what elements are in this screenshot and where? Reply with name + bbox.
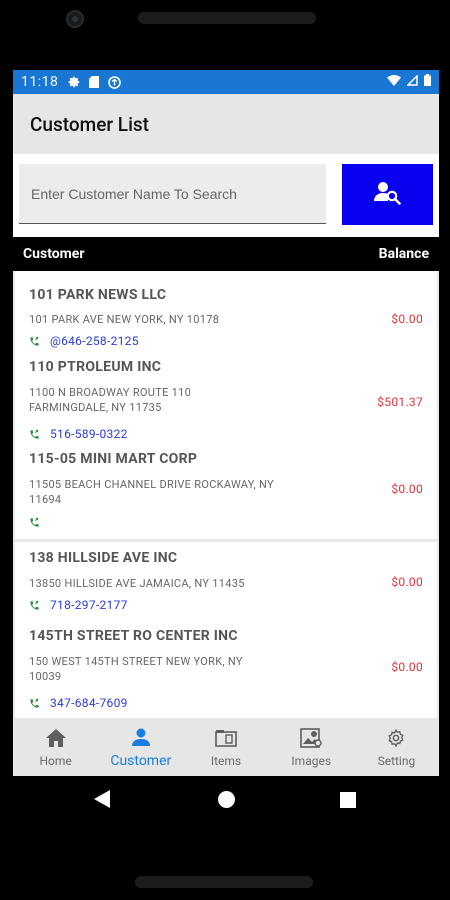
bottom-tab-bar: Home Customer Items Images Setting: [13, 718, 439, 776]
tab-setting-label: Setting: [377, 754, 416, 768]
wifi-icon: [387, 74, 401, 90]
column-header: Customer Balance: [13, 237, 439, 271]
customer-phone[interactable]: 718-297-2177: [29, 598, 128, 612]
customer-balance: $0.00: [391, 312, 423, 326]
sd-card-icon: [89, 76, 100, 88]
tab-images[interactable]: Images: [269, 718, 354, 776]
phone-icon: [29, 429, 40, 440]
device-frame: 11:18 Customer List Enter Customer Name …: [0, 0, 450, 900]
gear-icon: [386, 726, 406, 750]
gear-icon: [68, 76, 80, 88]
recents-button[interactable]: [338, 792, 358, 812]
customer-address: 150 WEST 145TH STREET NEW YORK, NY 10039: [29, 655, 243, 683]
phone-icon: [29, 698, 40, 709]
back-button[interactable]: [92, 790, 112, 812]
customer-name: 110 PTROLEUM INC: [29, 359, 162, 375]
customer-phone-number: @646-258-2125: [50, 334, 139, 348]
column-customer: Customer: [23, 246, 85, 262]
status-bar: 11:18: [13, 70, 439, 94]
items-icon: [215, 726, 237, 750]
tab-customer-label: Customer: [110, 753, 172, 769]
customer-name: 101 PARK NEWS LLC: [29, 287, 167, 303]
phone-icon: [29, 517, 40, 528]
tab-home-label: Home: [39, 754, 72, 768]
page-title: Customer List: [30, 112, 150, 136]
customer-phone-number: 347-684-7609: [50, 696, 128, 710]
recents-icon: [340, 792, 356, 812]
tab-items-label: Items: [210, 754, 242, 768]
search-customer-button[interactable]: [342, 164, 433, 225]
customer-address: 11505 BEACH CHANNEL DRIVE ROCKAWAY, NY 1…: [29, 478, 274, 506]
customer-name: 115-05 MINI MART CORP: [29, 451, 198, 467]
customer-balance: $0.00: [391, 482, 423, 496]
customer-phone[interactable]: @646-258-2125: [29, 334, 139, 348]
camera: [66, 10, 84, 28]
battery-icon: [424, 74, 431, 90]
customer-phone-number: 516-589-0322: [50, 427, 128, 441]
customer-row[interactable]: 138 HILLSIDE AVE INC 13850 HILLSIDE AVE …: [15, 542, 437, 624]
customer-address: 101 PARK AVE NEW YORK, NY 10178: [29, 313, 220, 326]
search-field-container: [19, 164, 326, 224]
sync-icon: [108, 75, 122, 89]
search-input[interactable]: [19, 164, 326, 223]
screen: 11:18 Customer List Enter Customer Name …: [13, 70, 439, 776]
customer-row[interactable]: 145TH STREET RO CENTER INC 150 WEST 145T…: [15, 624, 437, 718]
tab-customer[interactable]: Customer: [98, 718, 183, 776]
tab-images-label: Images: [291, 754, 332, 768]
customer-name: 138 HILLSIDE AVE INC: [29, 550, 178, 566]
images-icon: [300, 726, 322, 750]
app-bar: Customer List: [13, 94, 439, 154]
device-chin: [135, 876, 313, 888]
phone-icon: [29, 336, 40, 347]
customer-balance: $501.37: [377, 395, 423, 409]
speaker-grille: [138, 12, 316, 24]
customer-list-section: 101 PARK NEWS LLC 101 PARK AVE NEW YORK,…: [15, 271, 437, 539]
back-icon: [94, 790, 110, 812]
customer-address: 1100 N BROADWAY ROUTE 110 FARMINGDALE, N…: [29, 386, 192, 414]
search-row: [13, 154, 439, 237]
customer-row[interactable]: 101 PARK NEWS LLC 101 PARK AVE NEW YORK,…: [15, 271, 437, 355]
customer-row[interactable]: 110 PTROLEUM INC 1100 N BROADWAY ROUTE 1…: [15, 355, 437, 451]
customer-phone[interactable]: [29, 517, 50, 528]
home-icon: [45, 726, 66, 750]
customer-phone-number: 718-297-2177: [50, 598, 128, 612]
customer-phone[interactable]: 516-589-0322: [29, 427, 128, 441]
tab-items[interactable]: Items: [183, 718, 268, 776]
column-balance: Balance: [378, 246, 429, 262]
home-circle-icon: [217, 790, 235, 812]
customer-address: 13850 HILLSIDE AVE JAMAICA, NY 11435: [29, 577, 245, 590]
signal-icon: [406, 74, 418, 90]
customer-list-section: 138 HILLSIDE AVE INC 13850 HILLSIDE AVE …: [15, 542, 437, 718]
system-nav-bar: [0, 776, 450, 828]
customer-list[interactable]: 101 PARK NEWS LLC 101 PARK AVE NEW YORK,…: [13, 271, 439, 718]
search-user-icon: [373, 181, 402, 209]
phone-icon: [29, 600, 40, 611]
customer-phone[interactable]: 347-684-7609: [29, 696, 128, 710]
customer-balance: $0.00: [391, 575, 423, 589]
customer-row[interactable]: 115-05 MINI MART CORP 11505 BEACH CHANNE…: [15, 451, 437, 539]
person-icon: [131, 725, 150, 749]
status-time: 11:18: [21, 74, 59, 90]
tab-home[interactable]: Home: [13, 718, 98, 776]
customer-name: 145TH STREET RO CENTER INC: [29, 628, 238, 644]
customer-balance: $0.00: [391, 660, 423, 674]
home-button[interactable]: [216, 790, 236, 812]
tab-setting[interactable]: Setting: [354, 718, 439, 776]
